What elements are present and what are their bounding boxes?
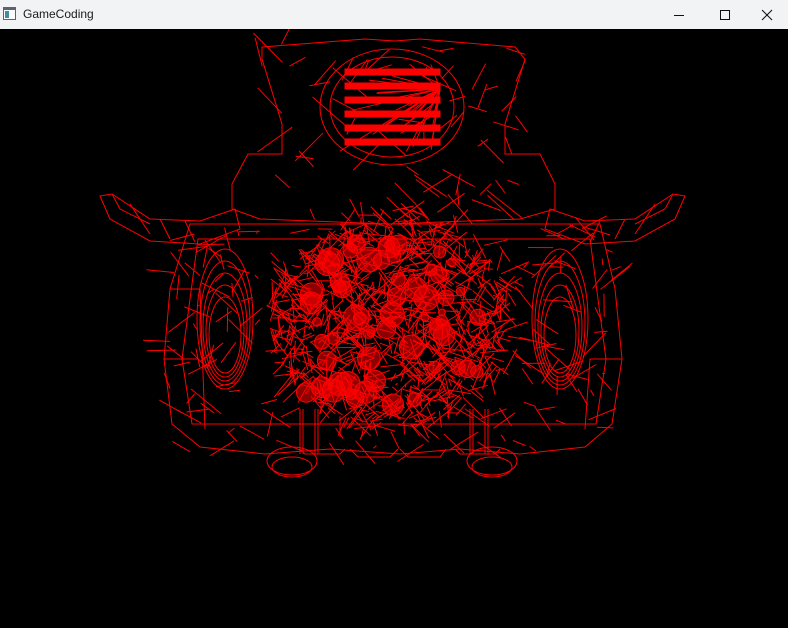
minimize-icon [674, 14, 684, 16]
app-window: GameCoding [0, 0, 788, 628]
maximize-icon [720, 9, 730, 20]
left-foot [266, 446, 318, 476]
left-horn [99, 193, 241, 245]
close-icon [761, 9, 773, 20]
maximize-button[interactable] [702, 0, 748, 29]
right-horn [544, 193, 686, 245]
window-title: GameCoding [23, 7, 94, 21]
wireframe-model [99, 29, 686, 478]
render-viewport[interactable] [0, 29, 788, 628]
close-button[interactable] [746, 0, 788, 29]
title-bar[interactable]: GameCoding [0, 0, 788, 29]
app-icon [3, 7, 16, 20]
minimize-button[interactable] [656, 0, 702, 29]
face-visor [319, 48, 465, 166]
